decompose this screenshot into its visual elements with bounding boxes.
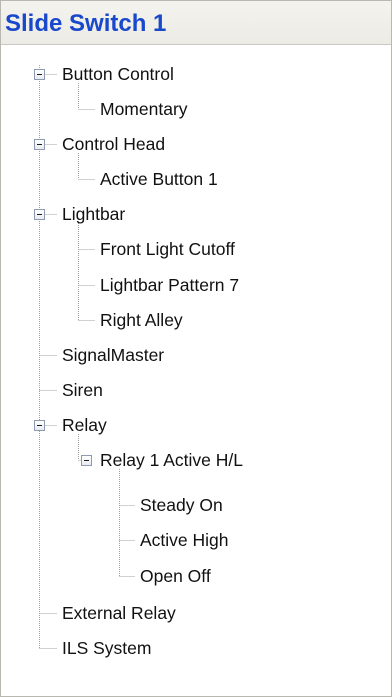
config-tree: Button Control Momentary Control Head Ac… <box>1 45 391 696</box>
tree-item-steady-on[interactable]: Steady On <box>140 494 223 516</box>
tree-connector-lines <box>39 65 135 649</box>
tree-item-siren[interactable]: Siren <box>62 379 103 401</box>
panel-title: Slide Switch 1 <box>5 10 167 37</box>
tree-item-button-control[interactable]: Button Control <box>62 63 174 85</box>
collapse-button-control-icon[interactable] <box>34 69 45 80</box>
tree-item-front-light-cutoff[interactable]: Front Light Cutoff <box>100 238 235 260</box>
collapse-lightbar-icon[interactable] <box>34 209 45 220</box>
slide-switch-panel: Slide Switch 1 Button Control Momentary … <box>0 0 392 697</box>
tree-item-lightbar[interactable]: Lightbar <box>62 203 125 225</box>
collapse-relay-icon[interactable] <box>34 420 45 431</box>
tree-item-active-button-1[interactable]: Active Button 1 <box>100 168 218 190</box>
tree-item-open-off[interactable]: Open Off <box>140 565 211 587</box>
tree-item-control-head[interactable]: Control Head <box>62 133 165 155</box>
tree-item-relay[interactable]: Relay <box>62 414 107 436</box>
tree-item-active-high[interactable]: Active High <box>140 529 229 551</box>
tree-item-relay-1-active-hl[interactable]: Relay 1 Active H/L <box>100 449 243 471</box>
tree-item-signalmaster[interactable]: SignalMaster <box>62 344 164 366</box>
collapse-control-head-icon[interactable] <box>34 139 45 150</box>
tree-item-lightbar-pattern-7[interactable]: Lightbar Pattern 7 <box>100 274 239 296</box>
tree-item-momentary[interactable]: Momentary <box>100 98 188 120</box>
tree-item-right-alley[interactable]: Right Alley <box>100 309 183 331</box>
tree-item-external-relay[interactable]: External Relay <box>62 602 176 624</box>
panel-header: Slide Switch 1 <box>1 1 391 45</box>
tree-item-ils-system[interactable]: ILS System <box>62 637 151 659</box>
collapse-relay-1-active-hl-icon[interactable] <box>81 455 92 466</box>
